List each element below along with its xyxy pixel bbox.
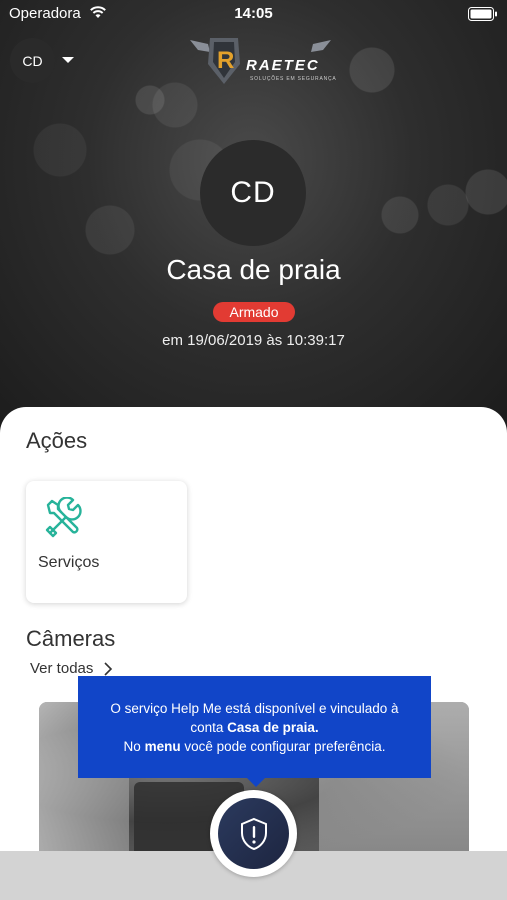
tooltip-text: você pode configurar preferência. — [180, 739, 386, 754]
see-all-cameras-link[interactable]: Ver todas — [30, 660, 93, 677]
actions-heading: Ações — [26, 428, 88, 453]
status-badge: Armado — [213, 302, 295, 322]
tooltip-line-2: conta Casa de praia. — [78, 718, 431, 737]
place-avatar: CD — [200, 140, 306, 246]
tooltip-line-1: O serviço Help Me está disponível e vinc… — [110, 701, 399, 716]
tooltip-text: conta — [190, 720, 228, 735]
shield-alert-icon — [241, 817, 267, 851]
help-me-button[interactable] — [210, 790, 297, 877]
chevron-down-icon[interactable] — [62, 57, 74, 63]
account-switcher[interactable]: CD — [10, 38, 55, 83]
tooltip-arrow — [246, 777, 266, 787]
tooltip-account-name: Casa de praia. — [227, 720, 319, 735]
services-card[interactable]: Serviços — [26, 481, 187, 603]
tools-icon — [45, 497, 82, 538]
services-label: Serviços — [38, 554, 100, 571]
help-me-tooltip[interactable]: O serviço Help Me está disponível e vinc… — [78, 676, 431, 778]
tooltip-menu-word: menu — [144, 739, 181, 754]
chevron-right-icon[interactable] — [103, 662, 113, 676]
svg-text:R: R — [217, 47, 234, 74]
brand-tagline: SOLUÇÕES EM SEGURANÇA — [250, 76, 337, 82]
tooltip-line-3: No menu você pode configurar preferência… — [78, 737, 431, 756]
cameras-heading: Câmeras — [26, 626, 116, 651]
tooltip-text: No — [123, 739, 145, 754]
status-bar: Operadora 14:05 — [0, 0, 507, 28]
place-title: Casa de praia — [166, 254, 341, 285]
battery-icon — [468, 7, 497, 21]
brand-name: RAETEC — [246, 57, 320, 74]
help-me-button-inner — [218, 798, 289, 869]
clock: 14:05 — [234, 5, 273, 22]
status-timestamp: em 19/06/2019 às 10:39:17 — [162, 332, 345, 349]
